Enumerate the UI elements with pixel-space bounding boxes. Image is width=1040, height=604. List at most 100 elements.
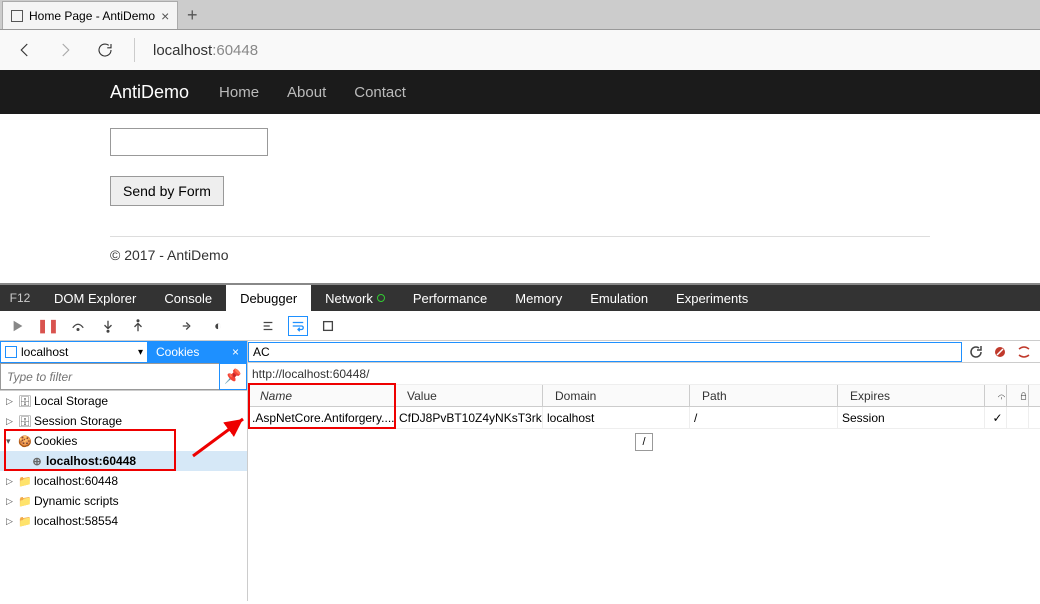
pretty-print-button[interactable] (258, 316, 278, 336)
cell-domain: localhost (543, 407, 690, 428)
tree-label: Session Storage (34, 414, 122, 428)
cell-value: CfDJ8PvBT10Z4yNKsT3rk... (395, 407, 543, 428)
devtools-panel: F12 DOM Explorer Console Debugger Networ… (0, 283, 1040, 601)
debugger-left-column: localhost ▾ Cookies × 📌 ▷ 🗄 Local Storag… (0, 341, 248, 601)
step-out-button[interactable] (128, 316, 148, 336)
tab-network[interactable]: Network (311, 285, 399, 311)
browser-tab-strip: Home Page - AntiDemo × + (0, 0, 1040, 30)
caret-icon: ▷ (6, 396, 16, 407)
caret-icon: ▷ (6, 476, 16, 487)
cell-expires: Session (838, 407, 985, 428)
folder-icon: 📁 (18, 515, 32, 528)
separator (134, 38, 135, 62)
caret-icon: ▷ (6, 496, 16, 507)
col-httponly-header[interactable] (985, 385, 1007, 406)
brand-label: AntiDemo (110, 82, 189, 103)
step-over-button[interactable] (68, 316, 88, 336)
tab-emulation[interactable]: Emulation (576, 285, 662, 311)
database-icon: 🗄 (18, 415, 32, 428)
chevron-down-icon: ▾ (138, 347, 143, 358)
close-panel-icon[interactable]: × (232, 345, 239, 359)
f12-label: F12 (0, 285, 40, 311)
side-panel-label: Cookies (156, 345, 199, 359)
delete-session-icon[interactable] (1016, 344, 1032, 360)
pin-button[interactable]: 📌 (219, 363, 247, 390)
form-text-input[interactable] (110, 128, 268, 156)
devtools-tab-strip: F12 DOM Explorer Console Debugger Networ… (0, 285, 1040, 311)
host-icon: ⊕ (30, 455, 44, 468)
tab-dom-explorer[interactable]: DOM Explorer (40, 285, 150, 311)
cell-name: .AspNetCore.Antiforgery.... (248, 407, 395, 428)
delete-cookie-icon[interactable] (992, 344, 1008, 360)
nav-contact[interactable]: Contact (354, 84, 406, 101)
debugger-toolbar: ❚❚ ◐ (0, 311, 1040, 341)
tab-title: Home Page - AntiDemo (29, 9, 155, 23)
tab-memory[interactable]: Memory (501, 285, 576, 311)
tree-host-58554[interactable]: ▷ 📁 localhost:58554 (0, 511, 247, 531)
address-bar[interactable]: localhost:60448 (153, 42, 258, 59)
tree-label: Cookies (34, 434, 77, 448)
tree-dynamic-scripts[interactable]: ▷ 📁 Dynamic scripts (0, 491, 247, 511)
tree-host-60448[interactable]: ▷ 📁 localhost:60448 (0, 471, 247, 491)
send-by-form-button[interactable]: Send by Form (110, 176, 224, 206)
cookies-url-row: http://localhost:60448/ (248, 363, 1040, 385)
annotation-arrow (188, 411, 258, 461)
doc-icon (5, 346, 17, 358)
tree-label: localhost:60448 (46, 454, 136, 468)
tab-experiments[interactable]: Experiments (662, 285, 762, 311)
col-path-header[interactable]: Path (690, 385, 838, 406)
col-expires-header[interactable]: Expires (838, 385, 985, 406)
cookie-icon: 🍪 (18, 435, 32, 448)
step-into-button[interactable] (98, 316, 118, 336)
tree-label: Dynamic scripts (34, 494, 119, 508)
refresh-button[interactable] (94, 39, 116, 61)
database-icon: 🗄 (18, 395, 32, 408)
continue-button[interactable] (8, 316, 28, 336)
nav-about[interactable]: About (287, 84, 326, 101)
footer-text: © 2017 - AntiDemo (0, 247, 1040, 283)
col-domain-header[interactable]: Domain (543, 385, 690, 406)
tab-console[interactable]: Console (150, 285, 226, 311)
tab-debugger[interactable]: Debugger (226, 285, 311, 311)
network-recording-icon (377, 294, 385, 302)
refresh-cookies-icon[interactable] (968, 344, 984, 360)
cell-httponly: ✓ (985, 407, 1007, 428)
col-name-header[interactable]: Name (248, 385, 395, 406)
word-wrap-button[interactable] (288, 316, 308, 336)
tree-local-storage[interactable]: ▷ 🗄 Local Storage (0, 391, 247, 411)
folder-icon: 📁 (18, 495, 32, 508)
nav-home[interactable]: Home (219, 84, 259, 101)
browser-nav-bar: localhost:60448 (0, 30, 1040, 70)
back-button[interactable] (14, 39, 36, 61)
close-tab-icon[interactable]: × (161, 8, 169, 24)
new-tab-button[interactable]: + (178, 1, 206, 29)
just-my-code-button[interactable] (318, 316, 338, 336)
pause-button[interactable]: ❚❚ (38, 316, 58, 336)
grid-footer-row: / (248, 429, 1040, 451)
address-port: :60448 (212, 42, 258, 59)
side-panel-tab-cookies[interactable]: Cookies × (148, 341, 247, 363)
forward-button[interactable] (54, 39, 76, 61)
script-selector[interactable]: localhost ▾ (0, 341, 148, 363)
cookies-filter-input[interactable] (248, 342, 962, 362)
col-secure-header[interactable] (1007, 385, 1029, 406)
caret-icon: ▷ (6, 416, 16, 427)
tab-performance[interactable]: Performance (399, 285, 501, 311)
cell-path: / (690, 407, 838, 428)
site-navbar: AntiDemo Home About Contact (0, 70, 1040, 114)
filter-input[interactable] (0, 363, 219, 390)
browser-tab[interactable]: Home Page - AntiDemo × (2, 1, 178, 29)
footer-divider (110, 236, 930, 237)
cookie-row[interactable]: .AspNetCore.Antiforgery.... CfDJ8PvBT10Z… (248, 407, 1040, 429)
page-icon (11, 10, 23, 22)
col-value-header[interactable]: Value (395, 385, 543, 406)
cookies-grid-header: Name Value Domain Path Expires (248, 385, 1040, 407)
tree-label: localhost:60448 (34, 474, 118, 488)
break-new-worker-button[interactable] (178, 316, 198, 336)
exceptions-button[interactable]: ◐ (208, 316, 228, 336)
tree-label: Local Storage (34, 394, 108, 408)
folder-icon: 📁 (18, 475, 32, 488)
caret-down-icon: ▾ (6, 436, 16, 447)
footer-cell: / (635, 433, 653, 451)
tree-label: localhost:58554 (34, 514, 118, 528)
